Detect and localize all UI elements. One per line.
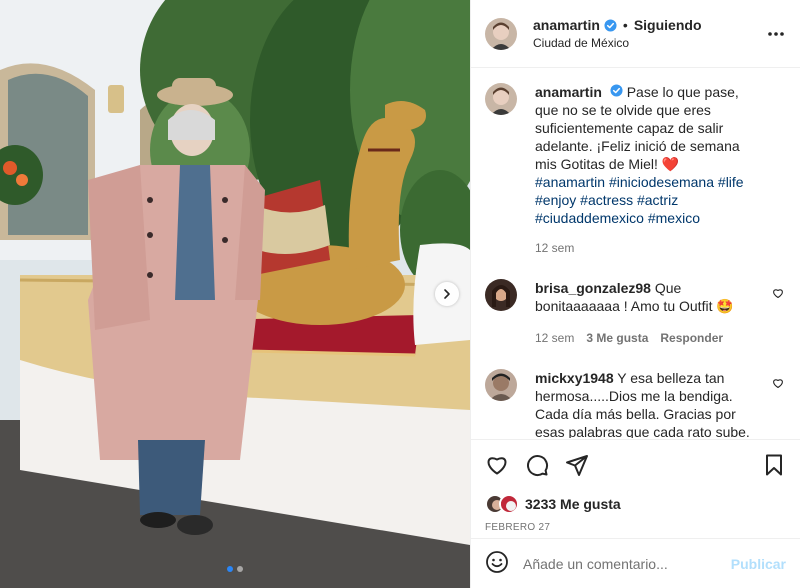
hashtag[interactable]: #mexico (648, 210, 700, 226)
comment-likes[interactable]: 3 Me gusta (586, 329, 648, 347)
commenter-avatar[interactable] (485, 369, 517, 401)
comment-like-button[interactable] (772, 377, 784, 392)
comment-username[interactable]: mickxy1948 (535, 370, 614, 386)
post-side-panel: anamartin • Siguiendo Ciudad de México a… (470, 0, 800, 588)
post-header: anamartin • Siguiendo Ciudad de México (471, 0, 800, 68)
carousel-indicator (0, 566, 470, 572)
heart-icon (487, 457, 507, 475)
header-separator: • (622, 17, 628, 33)
comment-like-button[interactable] (772, 287, 784, 302)
comment-item: mickxy1948 Y esa belleza tan hermosa....… (485, 369, 786, 438)
likes-summary[interactable]: 3233 Me gusta (485, 494, 786, 514)
more-horizontal-icon (768, 32, 784, 36)
verified-badge-icon (604, 18, 617, 32)
heart-icon (773, 289, 783, 299)
verified-badge-icon (610, 84, 623, 97)
post-location[interactable]: Ciudad de México (533, 36, 702, 50)
caption-time[interactable]: 12 sem (535, 239, 574, 257)
carousel-next-button[interactable] (435, 282, 459, 306)
author-username[interactable]: anamartin (533, 17, 600, 33)
caption: anamartin Pase lo que pase, que no se te… (485, 83, 786, 279)
hashtag[interactable]: #life (718, 174, 744, 190)
commenter-avatar[interactable] (485, 279, 517, 311)
carousel-dot (237, 566, 243, 572)
likes-count[interactable]: 3233 Me gusta (525, 496, 621, 512)
comment-username[interactable]: brisa_gonzalez98 (535, 280, 651, 296)
comment-icon (527, 455, 549, 477)
liker-avatar (499, 494, 519, 514)
share-button[interactable] (565, 453, 589, 477)
caption-username[interactable]: anamartin (535, 84, 602, 100)
smiley-icon (486, 551, 508, 573)
hashtag[interactable]: #actriz (637, 192, 678, 208)
avatar-image (485, 17, 517, 50)
post-actions: 3233 Me gusta FEBRERO 27 (471, 439, 800, 539)
hashtag[interactable]: #actress (580, 192, 633, 208)
comments-list[interactable]: anamartin Pase lo que pase, que no se te… (471, 69, 800, 438)
post-photo[interactable] (0, 0, 470, 588)
chevron-right-icon (444, 289, 450, 299)
heart-icon (773, 379, 783, 389)
publish-button[interactable]: Publicar (731, 556, 786, 572)
comment-item: brisa_gonzalez98 Que bonitaaaaaaa ! Amo … (485, 279, 786, 369)
post-image (0, 0, 470, 588)
comment-time[interactable]: 12 sem (535, 329, 574, 347)
hashtag[interactable]: #iniciodesemana (609, 174, 714, 190)
hashtag[interactable]: #anamartin (535, 174, 605, 190)
hashtag[interactable]: #ciudaddemexico (535, 210, 644, 226)
more-options-button[interactable] (766, 24, 786, 47)
share-icon (566, 455, 588, 476)
comment-input[interactable] (523, 555, 731, 572)
comment-button[interactable] (525, 453, 549, 477)
author-avatar[interactable] (485, 17, 517, 50)
caption-avatar[interactable] (485, 83, 517, 115)
save-button[interactable] (762, 453, 786, 477)
like-button[interactable] (485, 453, 509, 477)
following-button[interactable]: Siguiendo (634, 17, 702, 33)
hashtag[interactable]: #enjoy (535, 192, 576, 208)
bookmark-icon (766, 454, 782, 476)
comment-composer: Publicar (471, 538, 800, 588)
carousel-dot-active (227, 566, 233, 572)
reply-button[interactable]: Responder (660, 329, 723, 347)
post-date[interactable]: FEBRERO 27 (485, 522, 786, 533)
heart-emoji: ❤️ (661, 156, 680, 172)
emoji-picker-button[interactable] (485, 550, 509, 577)
